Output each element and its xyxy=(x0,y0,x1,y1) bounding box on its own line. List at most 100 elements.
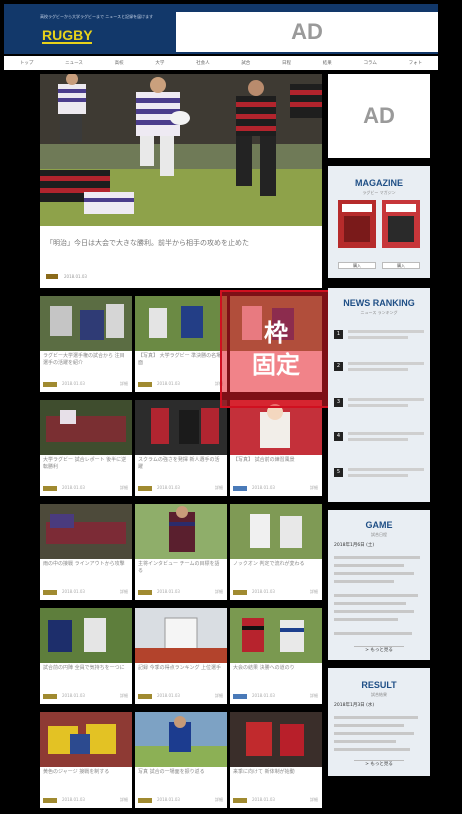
article-more-link[interactable]: 詳細 xyxy=(310,589,318,595)
article-more-link[interactable]: 詳細 xyxy=(215,797,223,803)
article-card[interactable]: ラグビー大学選手権の試合から 注目選手の活躍を紹介 2018.01.03 詳細 xyxy=(40,296,132,392)
article-card[interactable]: 主将インタビュー チームの目標を語る 2018.01.03 詳細 xyxy=(135,504,227,600)
hero-article[interactable]: 「明治」今日は大会で大きな勝利。前半から相手の攻めを止めた 2018.01.03 xyxy=(40,74,322,288)
header-tagline: 高校ラグビーから大学ラグビーまで ニュースと記録を届けます xyxy=(40,14,154,19)
article-date: 2018.01.03 xyxy=(62,485,85,490)
game-more-link[interactable]: > もっと見る xyxy=(354,646,404,654)
article-thumbnail[interactable] xyxy=(230,504,322,559)
article-title[interactable]: 雨の中の接戦 ラインアウトから攻撃 xyxy=(43,561,129,568)
article-thumbnail[interactable] xyxy=(230,712,322,767)
magazine-buy-button[interactable]: 購入 xyxy=(382,262,420,269)
global-nav: トップ ニュース 高校 大学 社会人 試合 日程 結果 コラム フォト xyxy=(4,56,438,70)
article-title[interactable]: スクラムの強さを発揮 新人選手の活躍 xyxy=(138,457,224,471)
nav-item[interactable]: 大学 xyxy=(155,60,164,66)
article-more-link[interactable]: 詳細 xyxy=(120,381,128,387)
article-more-link[interactable]: 詳細 xyxy=(215,693,223,699)
article-thumbnail[interactable] xyxy=(40,400,132,455)
article-thumbnail[interactable] xyxy=(40,296,132,351)
category-badge xyxy=(43,486,57,491)
nav-item[interactable]: 試合 xyxy=(241,60,250,66)
article-date: 2018.01.03 xyxy=(157,693,180,698)
article-thumbnail[interactable] xyxy=(40,504,132,559)
article-date: 2018.01.03 xyxy=(157,589,180,594)
nav-item[interactable]: コラム xyxy=(364,60,377,66)
article-card[interactable]: 写真 試合の一場面を振り返る 2018.01.03 詳細 xyxy=(135,712,227,808)
magazine-buy-button[interactable]: 購入 xyxy=(338,262,376,269)
header-ad-banner[interactable]: AD xyxy=(176,12,438,52)
article-title[interactable]: 大会の結果 決勝への道のり xyxy=(233,665,319,672)
article-more-link[interactable]: 詳細 xyxy=(215,589,223,595)
article-card[interactable]: 記録 今季の得点ランキング 上位選手 2018.01.03 詳細 xyxy=(135,608,227,704)
ranking-subtitle: ニュース ランキング xyxy=(360,310,398,315)
nav-item[interactable]: 日程 xyxy=(282,60,291,66)
article-title[interactable]: ラグビー大学選手権の試合から 注目選手の活躍を紹介 xyxy=(43,353,129,367)
sidebar-ad[interactable]: AD xyxy=(328,74,430,158)
article-thumbnail[interactable] xyxy=(135,296,227,351)
article-title[interactable]: 黄色のジャージ 接戦を制する xyxy=(43,769,129,776)
article-title[interactable]: ノックオン 判定で流れが変わる xyxy=(233,561,319,568)
category-badge xyxy=(233,486,247,491)
article-more-link[interactable]: 詳細 xyxy=(310,797,318,803)
article-title[interactable]: 写真 試合の一場面を振り返る xyxy=(138,769,224,776)
article-card[interactable]: 【写真】 大学ラグビー 準決勝の名場面 2018.01.03 詳細 xyxy=(135,296,227,392)
article-title[interactable]: 【写真】 試合前の練習風景 xyxy=(233,457,319,464)
article-title[interactable]: 来季に向けて 新体制が始動 xyxy=(233,769,319,776)
rank-number: 4 xyxy=(334,432,343,441)
article-thumbnail[interactable] xyxy=(135,400,227,455)
article-card[interactable]: 雨の中の接戦 ラインアウトから攻撃 2018.01.03 詳細 xyxy=(40,504,132,600)
magazine-cover[interactable] xyxy=(338,200,376,248)
site-logo[interactable]: RUGBY xyxy=(40,24,104,46)
article-title[interactable]: 大学ラグビー 試合レポート 後半に逆転勝利 xyxy=(43,457,129,471)
article-card[interactable]: 大学ラグビー 試合レポート 後半に逆転勝利 2018.01.03 詳細 xyxy=(40,400,132,496)
article-title[interactable]: 試合前の円陣 全員で気持ちを一つに xyxy=(43,665,129,672)
nav-item[interactable]: 社会人 xyxy=(196,60,210,66)
article-more-link[interactable]: 詳細 xyxy=(120,589,128,595)
article-more-link[interactable]: 詳細 xyxy=(120,693,128,699)
hero-title[interactable]: 「明治」今日は大会で大きな勝利。前半から相手の攻めを止めた xyxy=(46,238,308,248)
article-thumbnail[interactable] xyxy=(230,608,322,663)
game-title: GAME xyxy=(365,520,393,530)
article-date: 2018.01.03 xyxy=(157,485,180,490)
article-thumbnail[interactable] xyxy=(230,400,322,455)
nav-item[interactable]: ニュース xyxy=(65,60,83,66)
article-more-link[interactable]: 詳細 xyxy=(120,485,128,491)
article-card[interactable]: 試合前の円陣 全員で気持ちを一つに 2018.01.03 詳細 xyxy=(40,608,132,704)
result-box: RESULT 試合結果 2018年1月3日 (水) > もっと見る xyxy=(328,668,430,776)
article-title[interactable]: 【写真】 大学ラグビー 準決勝の名場面 xyxy=(138,353,224,367)
category-badge xyxy=(138,798,152,803)
article-card[interactable]: 黄色のジャージ 接戦を制する 2018.01.03 詳細 xyxy=(40,712,132,808)
category-badge xyxy=(43,694,57,699)
article-card[interactable]: スクラムの強さを発揮 新人選手の活躍 2018.01.03 詳細 xyxy=(135,400,227,496)
result-more-link[interactable]: > もっと見る xyxy=(354,760,404,768)
article-thumbnail[interactable] xyxy=(135,712,227,767)
article-thumbnail[interactable] xyxy=(135,608,227,663)
article-more-link[interactable]: 詳細 xyxy=(215,485,223,491)
article-more-link[interactable]: 詳細 xyxy=(310,485,318,491)
nav-item[interactable]: フォト xyxy=(409,60,423,66)
category-badge xyxy=(138,694,152,699)
fixed-label-line1: 枠 xyxy=(264,319,288,347)
article-card[interactable]: ノックオン 判定で流れが変わる 2018.01.03 詳細 xyxy=(230,504,322,600)
nav-item[interactable]: トップ xyxy=(20,60,34,66)
magazine-cover[interactable] xyxy=(382,200,420,248)
article-thumbnail[interactable] xyxy=(40,608,132,663)
article-date: 2018.01.03 xyxy=(157,381,180,386)
hero-photo[interactable] xyxy=(40,74,322,226)
magazine-box: MAGAZINE ラグビー マガジン 購入 購入 xyxy=(328,166,430,278)
article-card[interactable]: 大会の結果 決勝への道のり 2018.01.03 詳細 xyxy=(230,608,322,704)
magazine-title: MAGAZINE xyxy=(355,178,403,188)
nav-item[interactable]: 結果 xyxy=(323,60,332,66)
category-badge xyxy=(233,590,247,595)
nav-item[interactable]: 高校 xyxy=(115,60,124,66)
game-date: 2018年1月6日 (土) xyxy=(334,543,375,548)
site-header: 高校ラグビーから大学ラグビーまで ニュースと記録を届けます RUGBY AD xyxy=(4,4,438,54)
article-thumbnail[interactable] xyxy=(40,712,132,767)
rank-number: 2 xyxy=(334,362,343,371)
article-card[interactable]: 来季に向けて 新体制が始動 2018.01.03 詳細 xyxy=(230,712,322,808)
article-more-link[interactable]: 詳細 xyxy=(310,693,318,699)
article-title[interactable]: 記録 今季の得点ランキング 上位選手 xyxy=(138,665,224,672)
article-card[interactable]: 【写真】 試合前の練習風景 2018.01.03 詳細 xyxy=(230,400,322,496)
article-title[interactable]: 主将インタビュー チームの目標を語る xyxy=(138,561,224,575)
article-more-link[interactable]: 詳細 xyxy=(120,797,128,803)
article-thumbnail[interactable] xyxy=(135,504,227,559)
